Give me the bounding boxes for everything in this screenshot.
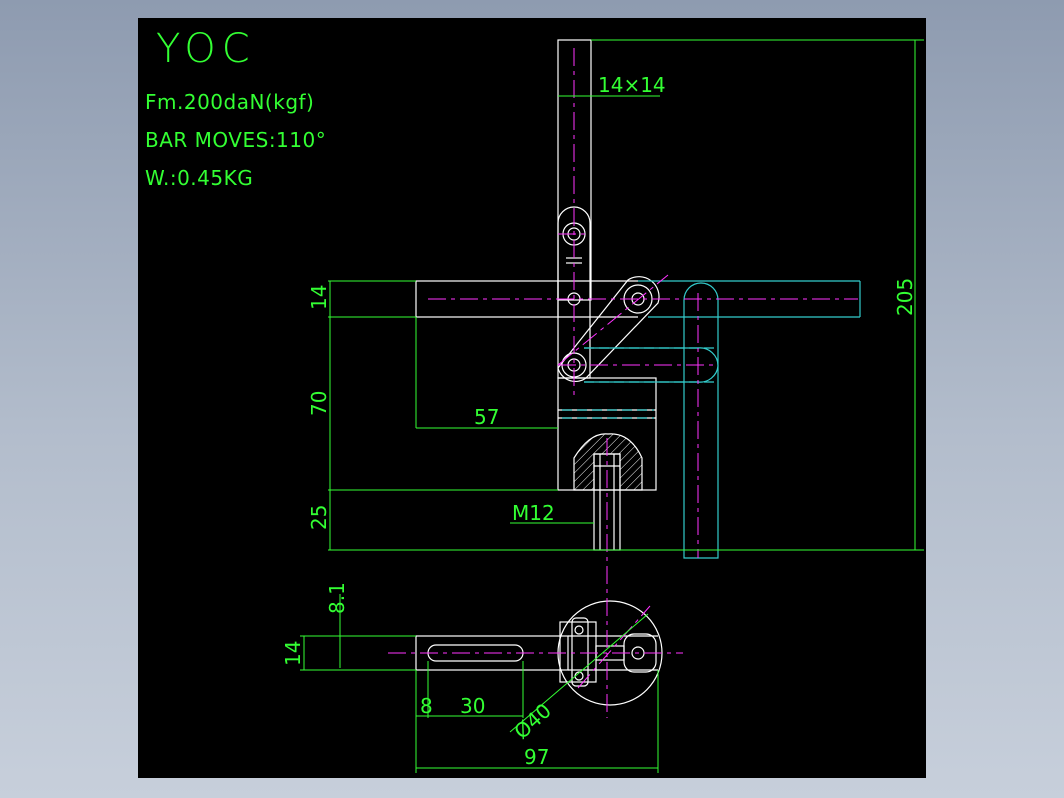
dim-o40: Ø40: [509, 698, 556, 743]
dim-14-slot: 14: [281, 641, 305, 666]
open-position-outline: [584, 280, 861, 559]
pivot-bracket: [559, 621, 597, 683]
dim-57: 57: [474, 405, 499, 429]
dim-25: 25: [307, 505, 331, 530]
spindle-housing: [573, 433, 643, 491]
dim-m12: M12: [512, 501, 555, 525]
dim-30: 30: [460, 694, 485, 718]
dim-205: 205: [893, 278, 917, 316]
dim-14-arm: 14: [307, 285, 331, 310]
dim-97: 97: [524, 745, 549, 769]
drawing-canvas: YOC Fm.200daN(kgf) BAR MOVES:110° W.:0.4…: [138, 18, 926, 778]
dim-14x14: 14×14: [598, 73, 666, 97]
dim-70: 70: [307, 391, 331, 416]
dim-8-1: 8.1: [325, 582, 349, 614]
dim-8: 8: [420, 694, 433, 718]
centerlines: [428, 48, 858, 718]
dimension-lines: [300, 39, 924, 773]
technical-drawing: 14×14 205 14 70 25 57 M12 8.1 14 8 30 Ø4…: [281, 39, 924, 773]
